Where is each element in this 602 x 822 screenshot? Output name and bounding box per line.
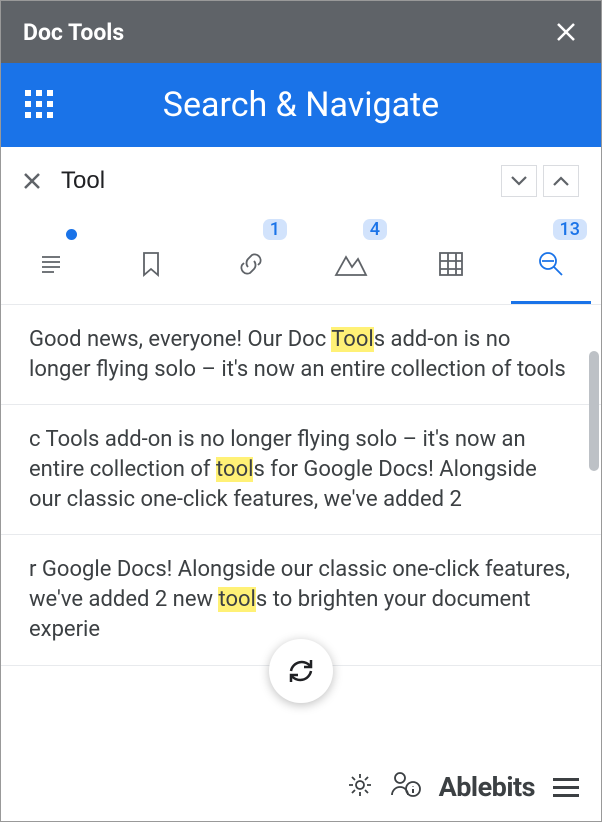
brand-name: Ablebits <box>439 771 535 803</box>
result-item[interactable]: c Tools add-on is no longer flying solo … <box>1 405 601 535</box>
mountains-icon <box>334 251 368 277</box>
nav-arrows <box>501 165 579 197</box>
tab-text[interactable] <box>1 223 101 304</box>
result-highlight: tool <box>218 587 255 612</box>
link-count-badge: 1 <box>263 219 287 240</box>
refresh-icon <box>285 655 317 687</box>
info-button[interactable] <box>391 771 421 803</box>
search-count-badge: 13 <box>553 219 587 240</box>
dot-indicator <box>66 229 77 240</box>
magnifier-icon <box>536 249 566 279</box>
close-button[interactable] <box>553 19 579 45</box>
result-item[interactable]: Good news, everyone! Our Doc Tools add-o… <box>1 305 601 405</box>
result-highlight: tool <box>216 457 253 482</box>
text-lines-icon <box>36 249 66 279</box>
menu-button[interactable] <box>553 778 579 797</box>
tabs: 1 4 13 <box>1 215 601 305</box>
banner: Search & Navigate <box>1 63 601 147</box>
chevron-down-icon <box>510 175 528 187</box>
bookmark-icon <box>138 249 164 279</box>
search-input[interactable] <box>61 167 485 195</box>
tab-links[interactable]: 1 <box>201 223 301 304</box>
result-highlight: Tool <box>331 327 374 352</box>
chevron-up-icon <box>552 175 570 187</box>
settings-button[interactable] <box>347 772 373 802</box>
tab-tables[interactable] <box>401 223 501 304</box>
gear-icon <box>347 772 373 798</box>
search-row <box>1 147 601 215</box>
next-result-button[interactable] <box>501 165 537 197</box>
footer: Ablebits <box>1 753 601 821</box>
table-icon <box>437 250 465 278</box>
result-pre: Good news, everyone! Our Doc <box>29 327 331 352</box>
close-icon <box>555 21 577 43</box>
refresh-button[interactable] <box>269 639 333 703</box>
app-title: Doc Tools <box>23 19 553 46</box>
clear-search-button[interactable] <box>19 168 45 194</box>
panel-title: Search & Navigate <box>55 85 601 125</box>
scrollbar-thumb[interactable] <box>589 351 599 471</box>
prev-result-button[interactable] <box>543 165 579 197</box>
tab-bookmarks[interactable] <box>101 223 201 304</box>
info-person-icon <box>391 771 421 799</box>
titlebar: Doc Tools <box>1 1 601 63</box>
tab-images[interactable]: 4 <box>301 223 401 304</box>
image-count-badge: 4 <box>363 219 387 240</box>
x-icon <box>22 171 42 191</box>
tab-search-results[interactable]: 13 <box>501 223 601 304</box>
apps-grid-button[interactable] <box>25 90 55 120</box>
menu-icon <box>553 778 579 781</box>
link-icon <box>236 249 266 279</box>
